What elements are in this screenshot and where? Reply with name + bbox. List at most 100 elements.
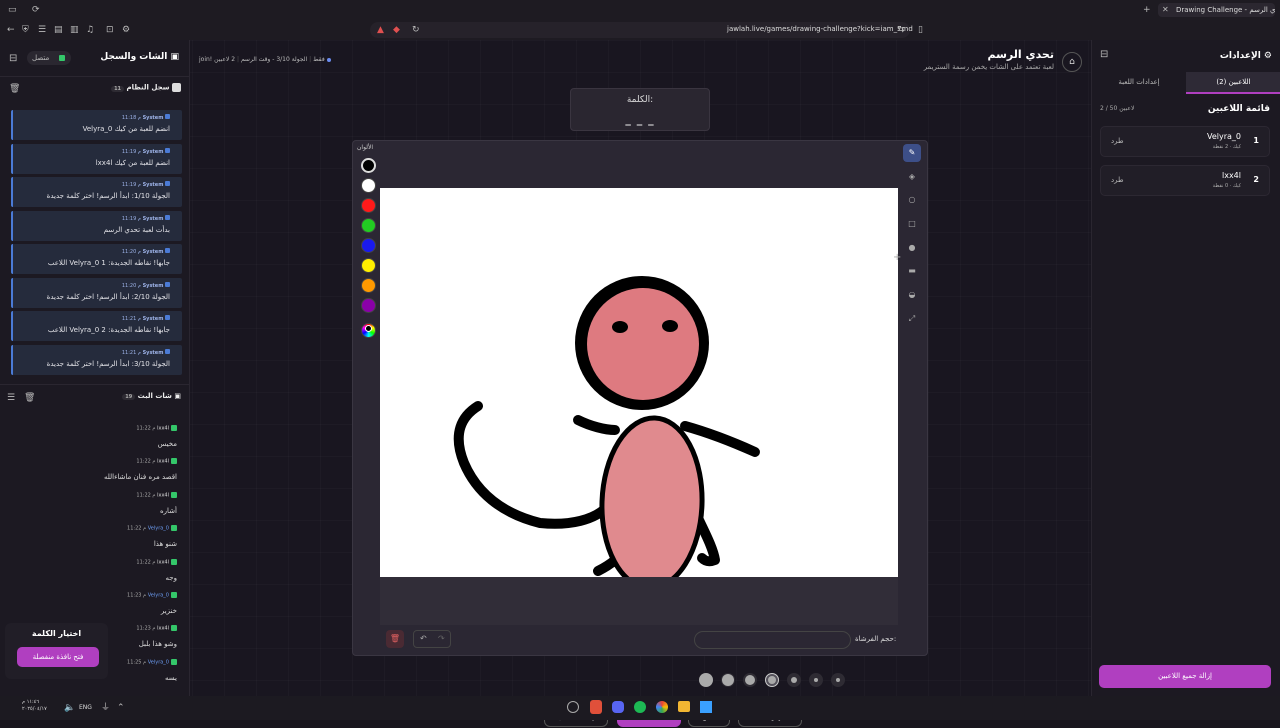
player-meta: كيك · 0 نقطة xyxy=(1212,183,1241,189)
kick-icon xyxy=(59,55,65,61)
brush-size-option[interactable] xyxy=(699,673,713,687)
drawing-svg xyxy=(453,276,760,591)
collapse-panel-icon[interactable]: ⊟ xyxy=(9,54,17,64)
pen-tool-button[interactable]: ✎ xyxy=(903,144,921,162)
kick-icon xyxy=(171,491,177,498)
brush-size-option[interactable] xyxy=(721,673,735,687)
chat-meta: 11:23 م Velyra_0 xyxy=(127,592,177,599)
bookmark-icon[interactable]: ▯ xyxy=(918,25,923,35)
chat-text: اقصد مره فنان ماشاءالله xyxy=(103,473,177,482)
live-chat-title: شات البث xyxy=(137,392,172,400)
close-tab-icon[interactable]: ✕ xyxy=(1162,5,1169,15)
color-swatch[interactable] xyxy=(361,238,376,253)
extensions-icon[interactable]: ☰ xyxy=(38,25,46,35)
volume-icon[interactable]: 🔈 xyxy=(64,703,75,713)
tab-game-settings[interactable]: إعدادات اللعبة xyxy=(1092,72,1186,94)
rectangle-tool-button[interactable]: □ xyxy=(903,215,921,233)
chat-text: خنزير xyxy=(160,607,177,615)
color-swatch[interactable] xyxy=(361,298,376,313)
gear-icon: ⚙ xyxy=(1263,51,1272,61)
filter-icon[interactable]: ☰ xyxy=(7,393,15,403)
mic-icon[interactable]: ⏚ xyxy=(101,703,110,713)
kick-player-button[interactable]: طرد xyxy=(1111,137,1124,145)
page-title: تحدي الرسم xyxy=(987,48,1054,61)
word-box: الكلمة: _ _ _ xyxy=(570,88,710,131)
kick-icon xyxy=(171,458,177,465)
file-explorer-taskbar-icon[interactable] xyxy=(678,701,690,712)
spotify-taskbar-icon[interactable] xyxy=(634,701,646,713)
tab-players[interactable]: اللاعبين (2) xyxy=(1186,72,1280,94)
panel-icon[interactable]: ▥ xyxy=(70,25,79,35)
tray-chevron-icon[interactable]: ⌃ xyxy=(117,703,125,713)
color-swatch[interactable] xyxy=(361,218,376,233)
system-log-item: 11:20 م System اللاعب Velyra_0 جابها! نق… xyxy=(11,244,182,274)
brave-taskbar-icon[interactable] xyxy=(590,700,602,714)
line-tool-button[interactable]: ⤢ xyxy=(903,310,921,328)
open-separate-window-button[interactable]: فتح نافذة منفصلة xyxy=(17,647,99,667)
live-chat-header[interactable]: ▣ شات البث 19 xyxy=(122,392,181,400)
brush-size-option[interactable] xyxy=(831,673,845,687)
system-icon xyxy=(165,214,170,220)
fill-tool-button[interactable]: ◒ xyxy=(903,286,921,304)
chat-message: 11:22 م lxx4l أشاره xyxy=(7,490,177,520)
eraser-tool-button[interactable]: ◈ xyxy=(903,168,921,186)
filled-circle-tool-button[interactable]: ● xyxy=(903,239,921,257)
settings-icon[interactable]: ⚙ xyxy=(122,25,130,35)
chat-meta: 11:22 م lxx4l xyxy=(136,458,177,465)
chat-meta: 11:25 م Velyra_0 xyxy=(127,658,177,665)
clock[interactable]: ١١:٤٦ م ٢٠٢٥/٠٤/١٧ xyxy=(22,699,47,713)
chrome-taskbar-icon[interactable] xyxy=(656,701,668,713)
discord-taskbar-icon[interactable] xyxy=(612,701,624,713)
system-log-meta: 11:19 م System xyxy=(122,214,170,222)
tab-actions-icon[interactable]: ⟳ xyxy=(32,5,40,15)
reload-icon[interactable]: ↻ xyxy=(412,25,420,35)
color-swatch[interactable] xyxy=(361,278,376,293)
brush-size-option[interactable] xyxy=(765,673,779,687)
app-icon-1[interactable] xyxy=(567,701,579,713)
music-icon[interactable]: ♫ xyxy=(86,25,94,35)
brush-size-option[interactable] xyxy=(787,673,801,687)
sender-label: System xyxy=(142,148,164,155)
trash-icon[interactable]: 🗑 xyxy=(24,393,35,403)
chat-meta: 11:22 م lxx4l xyxy=(136,491,177,498)
back-icon[interactable]: ← xyxy=(7,25,15,35)
undo-icon[interactable]: ↶ xyxy=(420,634,427,643)
remove-all-players-button[interactable]: إزالة جميع اللاعبين xyxy=(1099,665,1271,688)
window-menu-icon[interactable]: ▭ xyxy=(8,5,17,15)
sidebar-icon[interactable]: ▤ xyxy=(54,25,63,35)
start-icon[interactable] xyxy=(700,701,712,713)
chat-message: 11:22 م lxx4l وجه xyxy=(7,557,177,587)
drawing-canvas[interactable] xyxy=(380,188,898,591)
color-swatch[interactable] xyxy=(361,158,376,173)
word-blanks: _ _ _ xyxy=(625,113,655,126)
trash-icon[interactable]: 🗑 xyxy=(9,84,20,94)
language-indicator[interactable]: ENG xyxy=(79,704,92,711)
color-swatch[interactable] xyxy=(361,178,376,193)
filled-rect-tool-button[interactable]: ▬ xyxy=(903,262,921,280)
new-tab-icon[interactable]: + xyxy=(1143,5,1151,15)
custom-color-picker[interactable] xyxy=(361,323,376,338)
chat-log-header: ▣ الشات والسجل xyxy=(100,52,179,62)
player-name: Velyra_0 xyxy=(1206,132,1241,141)
share-icon[interactable]: ⇆ xyxy=(897,25,905,35)
color-swatch[interactable] xyxy=(361,198,376,213)
clear-canvas-button[interactable]: 🗑 xyxy=(386,630,404,648)
collapse-panel-icon[interactable]: ⊟ xyxy=(1100,50,1108,60)
brush-size-dot-icon xyxy=(791,677,797,683)
system-log-header[interactable]: سجل النظام 11 xyxy=(111,83,181,92)
color-swatch[interactable] xyxy=(361,258,376,273)
brave-rewards-icon[interactable]: ▲ xyxy=(377,25,384,35)
chat-text: شنو هذا xyxy=(153,540,177,549)
shield-icon[interactable]: ⛨ xyxy=(22,25,29,35)
kick-icon xyxy=(171,625,177,632)
screenshot-icon[interactable]: ⊡ xyxy=(106,25,114,35)
brush-size-option[interactable] xyxy=(743,673,757,687)
redo-icon[interactable]: ↷ xyxy=(438,634,445,643)
tab-active[interactable]: Drawing Challenge - تحدي الرسم xyxy=(1158,3,1275,17)
brave-shields-icon[interactable]: ◆ xyxy=(393,25,400,35)
time-label: 11:22 م xyxy=(136,559,156,566)
kick-player-button[interactable]: طرد xyxy=(1111,176,1124,184)
brush-size-option[interactable] xyxy=(809,673,823,687)
home-button[interactable]: ⌂ xyxy=(1062,52,1082,72)
circle-tool-button[interactable]: ○ xyxy=(903,191,921,209)
